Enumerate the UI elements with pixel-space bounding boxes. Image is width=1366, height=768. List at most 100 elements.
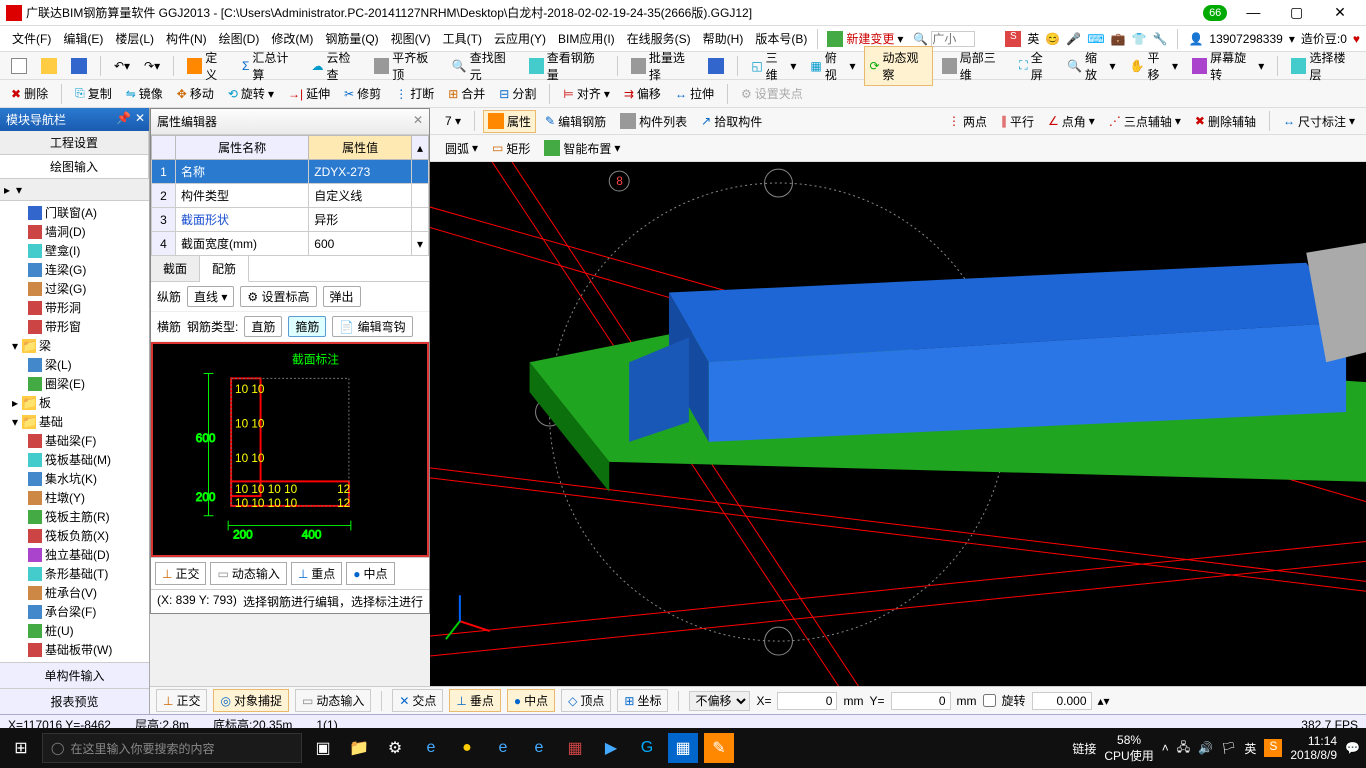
- tb-app1[interactable]: 📁: [344, 733, 374, 763]
- tree-node[interactable]: 筏板负筋(X): [0, 526, 149, 545]
- tree-node[interactable]: 带形洞: [0, 298, 149, 317]
- menu-edit[interactable]: 编辑(E): [57, 30, 109, 47]
- report-preview-button[interactable]: 报表预览: [0, 688, 149, 714]
- batchsel-button[interactable]: 批量选择: [626, 46, 700, 86]
- editrebar-button[interactable]: ✎编辑钢筋: [540, 110, 611, 133]
- tree-node[interactable]: 梁(L): [0, 355, 149, 374]
- mirror-button[interactable]: ⇋镜像: [121, 82, 168, 105]
- dyninput-button[interactable]: ▭动态输入: [295, 689, 371, 712]
- tree-node[interactable]: ▾📁基础: [0, 412, 149, 431]
- tb-app7[interactable]: ▦: [560, 733, 590, 763]
- notification-badge[interactable]: 66: [1203, 5, 1227, 21]
- parallel-button[interactable]: ∥平行: [996, 110, 1039, 133]
- tray-vol-icon[interactable]: 🔊: [1198, 741, 1213, 755]
- user-phone[interactable]: 13907298339: [1209, 32, 1282, 46]
- threepoint-button[interactable]: ⋰三点辅轴▾: [1104, 110, 1186, 133]
- ime-icon[interactable]: S: [1005, 31, 1021, 47]
- tray-up-icon[interactable]: ˄: [1162, 741, 1169, 755]
- taskview-button[interactable]: ▣: [308, 733, 338, 763]
- tb-app3[interactable]: e: [416, 733, 446, 763]
- viewport-3d[interactable]: 8: [430, 162, 1366, 686]
- offset-button[interactable]: ⇉偏移: [619, 82, 666, 105]
- move-button[interactable]: ✥移动: [172, 82, 219, 105]
- twopoint-button[interactable]: ⋮两点: [943, 110, 992, 133]
- tb-app2[interactable]: ⚙: [380, 733, 410, 763]
- property-button[interactable]: 属性: [483, 110, 536, 133]
- midpoint-button[interactable]: ●中点: [507, 689, 555, 712]
- angle-button[interactable]: ∠点角▾: [1043, 110, 1100, 133]
- rot-input[interactable]: [1032, 692, 1092, 710]
- fullscreen-button[interactable]: ⛶全屏: [1014, 46, 1058, 86]
- tb-app11[interactable]: ✎: [704, 733, 734, 763]
- nav-expand-icon[interactable]: ▸: [4, 183, 10, 197]
- tb-app6[interactable]: e: [524, 733, 554, 763]
- taskbar-search[interactable]: ◯ 在这里输入你要搜索的内容: [42, 733, 302, 763]
- tree-node[interactable]: 连梁(G): [0, 260, 149, 279]
- redo-button[interactable]: ↷▾: [139, 56, 165, 76]
- tree-node[interactable]: 墙洞(D): [0, 222, 149, 241]
- x-input[interactable]: [777, 692, 837, 710]
- osnap-button[interactable]: ◎对象捕捉: [213, 689, 289, 712]
- tree-node[interactable]: 筏板主筋(R): [0, 507, 149, 526]
- intersect-button[interactable]: ✕交点: [392, 689, 443, 712]
- link-label[interactable]: 链接: [1072, 740, 1096, 757]
- tree-node[interactable]: 带形窗: [0, 317, 149, 336]
- delaxis-button[interactable]: ✖删除辅轴: [1190, 110, 1261, 133]
- tree-node[interactable]: 桩(U): [0, 621, 149, 640]
- coord-button[interactable]: ⊞坐标: [617, 689, 668, 712]
- orbit-button[interactable]: ⟳动态观察: [864, 46, 932, 86]
- local3d-button[interactable]: 局部三维: [937, 46, 1011, 86]
- cloudcheck-button[interactable]: ☁云检查: [307, 46, 366, 86]
- table-row[interactable]: 3截面形状异形: [152, 208, 429, 232]
- menu-cloud[interactable]: 云应用(Y): [488, 30, 552, 47]
- menu-online[interactable]: 在线服务(S): [621, 30, 697, 47]
- grid-button[interactable]: [703, 55, 729, 77]
- ortho2-button[interactable]: ⊥正交: [155, 562, 206, 585]
- table-row[interactable]: 1名称ZDYX-273: [152, 160, 429, 184]
- merge-button[interactable]: ⊞合并: [443, 82, 490, 105]
- new-button[interactable]: [6, 55, 32, 77]
- tool-icon[interactable]: 💼: [1111, 32, 1126, 46]
- tree-node[interactable]: 基础板带(W): [0, 640, 149, 659]
- tb-app4[interactable]: ●: [452, 733, 482, 763]
- ctx-dropdown[interactable]: 7 ▾: [440, 111, 466, 131]
- tab-section[interactable]: 截面: [151, 256, 200, 281]
- menu-file[interactable]: 文件(F): [6, 30, 57, 47]
- tree-node[interactable]: 圈梁(E): [0, 374, 149, 393]
- type-straight[interactable]: 直筋: [244, 316, 282, 337]
- tab-draw[interactable]: 绘图输入: [0, 155, 149, 178]
- tree-node[interactable]: 柱墩(Y): [0, 488, 149, 507]
- tb-app5[interactable]: e: [488, 733, 518, 763]
- edit-hook-button[interactable]: 📄 编辑弯钩: [332, 316, 412, 337]
- tree-node[interactable]: ▸📁板: [0, 393, 149, 412]
- rect-button[interactable]: ▭矩形: [487, 137, 535, 160]
- arc-button[interactable]: 圆弧▾: [440, 137, 483, 160]
- proped-close-icon[interactable]: ✕: [413, 113, 423, 127]
- tray-clock[interactable]: 11:142018/8/9: [1290, 734, 1337, 763]
- menu-bim[interactable]: BIM应用(I): [552, 30, 621, 47]
- zoom-button[interactable]: 🔍缩放▾: [1062, 46, 1121, 86]
- 3d-button[interactable]: ◱三维▾: [746, 46, 801, 86]
- copy-button[interactable]: ⎘复制: [70, 82, 117, 105]
- rot-stepper[interactable]: ▴▾: [1098, 694, 1110, 708]
- key-button[interactable]: ⊥重点: [291, 562, 342, 585]
- break-button[interactable]: ⋮打断: [390, 82, 439, 105]
- menu-rebar[interactable]: 钢筋量(Q): [319, 30, 384, 47]
- emoji-icon[interactable]: 😊: [1045, 32, 1060, 46]
- menu-version[interactable]: 版本号(B): [749, 30, 813, 47]
- grip-button[interactable]: ⚙设置夹点: [736, 82, 808, 105]
- tree-node[interactable]: 条形基础(T): [0, 564, 149, 583]
- tree-node[interactable]: 壁龛(I): [0, 241, 149, 260]
- delete-button[interactable]: ✖删除: [6, 82, 53, 105]
- pin-icon[interactable]: 📌: [116, 111, 131, 125]
- mid2-button[interactable]: ●中点: [346, 562, 394, 585]
- memberlist-button[interactable]: 构件列表: [615, 110, 692, 133]
- close-button[interactable]: ✕: [1320, 4, 1360, 21]
- trim-button[interactable]: ✂修剪: [339, 82, 386, 105]
- tab-rebar[interactable]: 配筋: [200, 256, 249, 282]
- single-input-button[interactable]: 单构件输入: [0, 662, 149, 688]
- topview-button[interactable]: ▦俯视▾: [805, 46, 860, 86]
- heart-icon[interactable]: ♥: [1353, 32, 1360, 46]
- tab-project[interactable]: 工程设置: [0, 131, 149, 154]
- vertex-button[interactable]: ◇顶点: [561, 689, 611, 712]
